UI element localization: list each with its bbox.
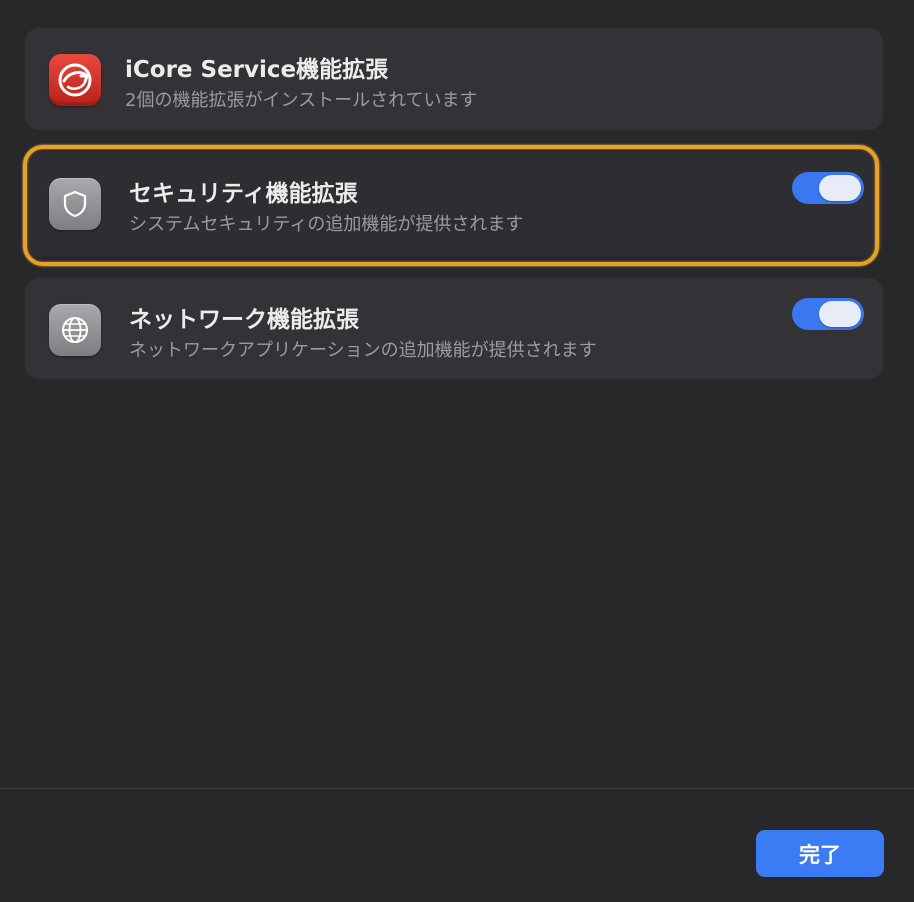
security-extension-subtitle: システムセキュリティの追加機能が提供されます xyxy=(129,214,524,235)
done-button[interactable]: 完了 xyxy=(756,830,884,877)
globe-icon xyxy=(49,304,101,356)
network-extension-toggle[interactable] xyxy=(792,298,864,330)
security-extension-title: セキュリティ機能拡張 xyxy=(129,181,358,207)
shield-icon xyxy=(49,178,101,230)
toggle-knob xyxy=(819,175,861,201)
network-extension-title: ネットワーク機能拡張 xyxy=(129,307,359,333)
toggle-knob xyxy=(819,301,861,327)
security-extension-card: セキュリティ機能拡張 システムセキュリティの追加機能が提供されます xyxy=(25,152,883,256)
network-extension-card: ネットワーク機能拡張 ネットワークアプリケーションの追加機能が提供されます xyxy=(25,278,883,379)
extensions-panel: iCore Service機能拡張 2個の機能拡張がインストールされています セ… xyxy=(0,0,914,902)
app-title: iCore Service機能拡張 xyxy=(125,57,389,83)
app-subtitle: 2個の機能拡張がインストールされています xyxy=(125,90,478,111)
security-extension-toggle[interactable] xyxy=(792,172,864,204)
network-extension-subtitle: ネットワークアプリケーションの追加機能が提供されます xyxy=(129,340,597,361)
footer-divider xyxy=(0,788,914,789)
trend-micro-logo-icon xyxy=(49,54,101,106)
app-header-card: iCore Service機能拡張 2個の機能拡張がインストールされています xyxy=(25,28,883,130)
